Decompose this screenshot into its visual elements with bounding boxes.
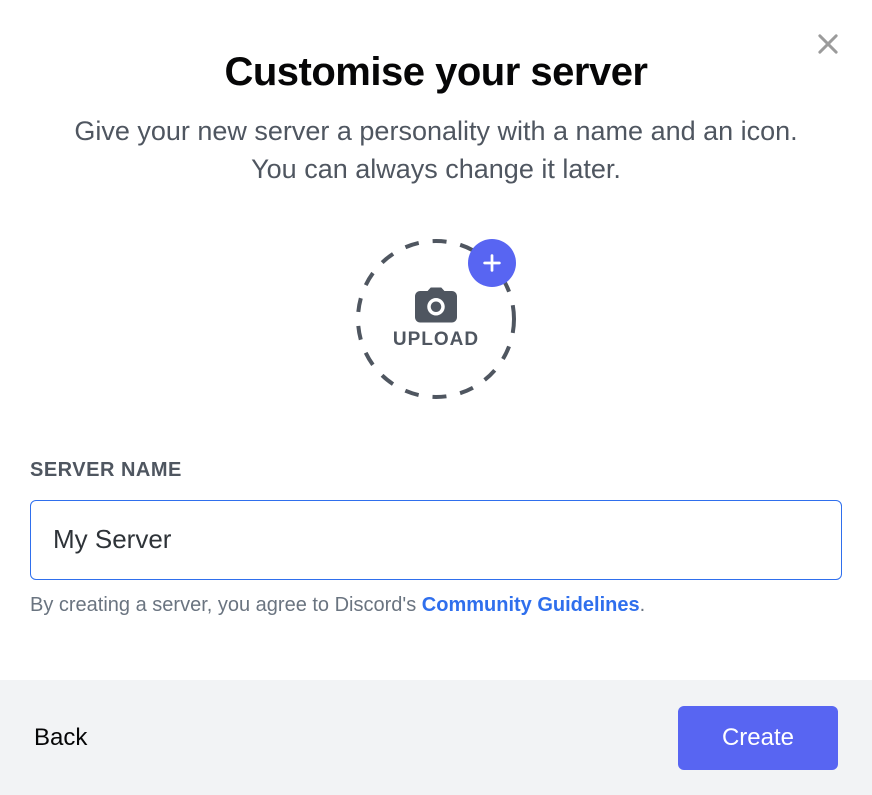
- community-guidelines-link[interactable]: Community Guidelines: [422, 594, 640, 616]
- close-button[interactable]: [812, 28, 844, 60]
- close-icon: [814, 30, 842, 58]
- server-name-label: SERVER NAME: [30, 459, 842, 482]
- upload-icon-area[interactable]: UPLOAD: [356, 239, 516, 399]
- modal-footer: Back Create: [0, 680, 872, 795]
- server-name-input[interactable]: [30, 500, 842, 580]
- modal-subtitle: Give your new server a personality with …: [66, 113, 806, 189]
- plus-badge: [468, 239, 516, 287]
- guidelines-suffix: .: [640, 594, 646, 616]
- plus-icon: [481, 252, 503, 274]
- guidelines-text: By creating a server, you agree to Disco…: [30, 594, 842, 617]
- guidelines-prefix: By creating a server, you agree to Disco…: [30, 594, 422, 616]
- back-button[interactable]: Back: [34, 724, 87, 752]
- create-button[interactable]: Create: [678, 706, 838, 770]
- modal-title: Customise your server: [224, 50, 647, 95]
